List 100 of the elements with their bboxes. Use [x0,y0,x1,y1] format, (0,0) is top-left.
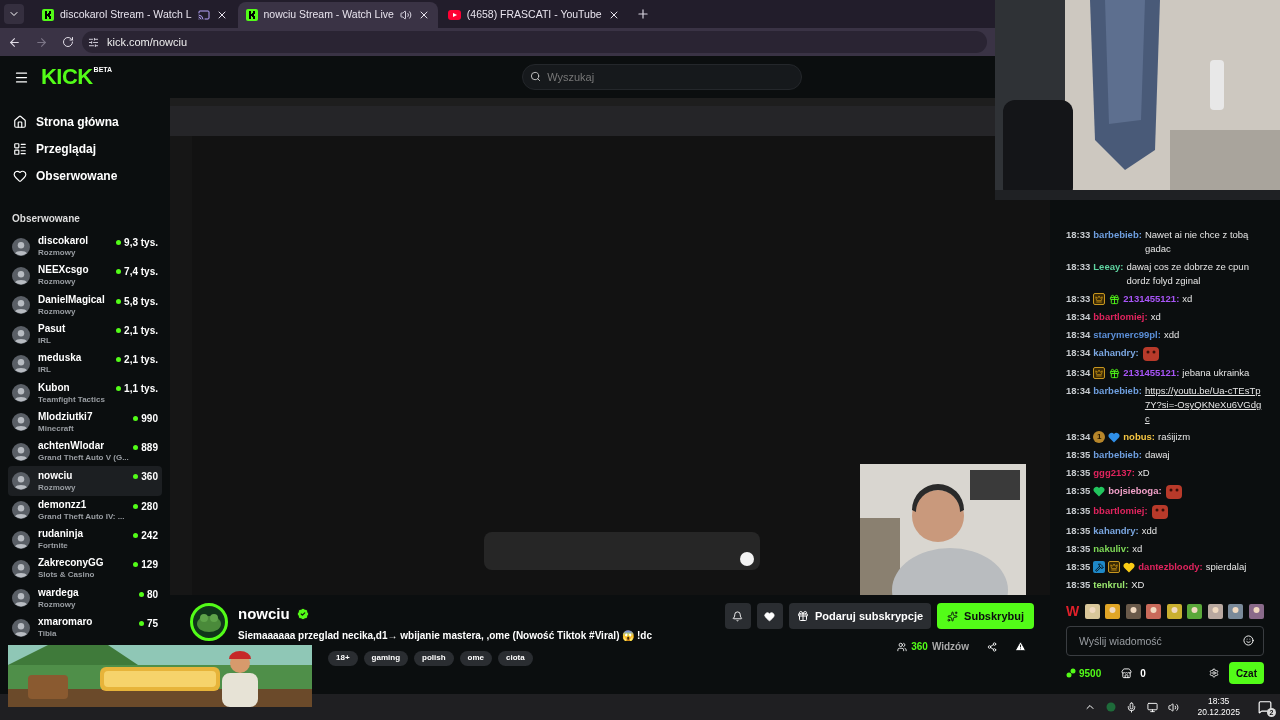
chat-username[interactable]: barbebieb: [1093,228,1142,242]
channel-item[interactable]: NEEXcsgo Rozmowy 7,4 tys. [8,261,162,291]
channel-item[interactable]: Mlodziutki7 Minecraft 990 [8,407,162,438]
send-button[interactable]: Czat [1228,662,1264,684]
tag[interactable]: ciota [498,650,533,666]
gift-subscription-button[interactable]: Podaruj subskrypcje [788,603,932,629]
channel-item[interactable]: achtenWlodar Grand Theft Auto V (G... 889 [8,437,162,467]
chat-input-field[interactable]: Wyślij wiadomość [1066,626,1264,656]
status-icon[interactable] [1106,702,1117,712]
nav-item[interactable]: Strona główna [0,108,170,135]
channel-item[interactable]: Kubon Teamfight Tactics 1,1 tys. [8,378,162,408]
channel-item[interactable]: nowciu Rozmowy 360 [8,466,162,496]
viewer-count: 360 [141,470,158,485]
gift-icon [796,610,809,622]
channel-name: DanielMagical [38,293,106,306]
share-icon[interactable] [987,641,997,652]
chat-username[interactable]: kahandry: [1093,524,1139,538]
tag[interactable]: ome [459,650,493,666]
clock[interactable]: 18:35 20.12.2025 [1197,696,1240,718]
channel-item[interactable]: meduska IRL 2,1 tys. [8,349,162,379]
new-tab-icon[interactable] [635,7,650,21]
address-bar[interactable]: kick.com/nowciu [82,31,987,53]
chat-username[interactable]: bbartlomiej: [1093,310,1148,324]
emote-icon[interactable] [1207,603,1223,619]
chat-username[interactable]: dantezbloody: [1138,560,1203,574]
tag[interactable]: 18+ [328,650,358,666]
message-time: 18:35 [1066,466,1091,480]
chat-username[interactable]: 2131455121: [1123,366,1180,380]
channel-avatar[interactable] [190,603,228,641]
browser-tab[interactable]: (4658) FRASCATI - YouTube [439,2,628,28]
channel-item[interactable]: rudaninja Fortnite 242 [8,524,162,555]
emoji-icon[interactable] [1243,635,1254,646]
channel-name: rudaninja [38,528,84,541]
nav-item[interactable]: Obserwowane [0,162,170,189]
subscribe-button[interactable]: Subskrybuj [937,603,1034,629]
microphone-icon[interactable] [1126,701,1138,713]
channel-item[interactable]: DanielMagical Rozmowy 5,8 tys. [8,290,162,320]
emote-icon[interactable] [1125,603,1141,619]
emote-icon[interactable] [1228,603,1244,619]
emote[interactable]: W [1066,600,1080,622]
tag[interactable]: polish [414,650,454,666]
speaker-icon[interactable] [399,9,412,21]
drops-count: 0 [1140,666,1146,681]
nav-item[interactable]: Przeglądaj [0,135,170,162]
message-link[interactable]: https://youtu.be/Ua-cTEsTp7Y?si=-OsyQKNeXu6VGdgc [1144,384,1264,426]
channel-item[interactable]: Pasut IRL 2,1 tys. [8,319,162,350]
avatar [12,325,30,344]
network-icon[interactable] [1147,701,1159,713]
chat-username[interactable]: bojsieboga: [1108,484,1162,498]
channel-item[interactable]: xmaromaro Tibia 75 [8,612,162,643]
avatar [12,237,30,256]
notifications-icon[interactable] [1258,700,1272,714]
channel-title[interactable]: nowciu [238,603,290,626]
forward-icon[interactable] [35,35,48,49]
message-time: 18:35 [1066,484,1091,498]
chat-username[interactable]: nakuliv: [1093,542,1130,556]
search-field[interactable]: Wyszukaj [522,64,803,90]
warning-icon[interactable] [1015,641,1026,652]
emote-icon[interactable] [1146,603,1162,619]
tab-list-button[interactable] [4,4,24,24]
channel-item[interactable]: wardega Rozmowy 80 [8,583,162,613]
channel-item[interactable]: demonzz1 Grand Theft Auto IV: ... 280 [8,495,162,525]
notification-button[interactable] [724,603,751,629]
coin-badge: 1 [1093,431,1106,443]
viewer-count: 75 [146,616,158,631]
tag[interactable]: gaming [363,650,409,666]
message-text: Nawet ai nie chce z tobą gadac [1144,228,1250,256]
chat-username[interactable]: barbebieb: [1093,448,1142,462]
emote-icon[interactable] [1166,603,1182,619]
store-icon[interactable] [1121,667,1133,679]
browser-tab[interactable]: discokarol Stream - Watch L [34,2,236,28]
chat-username[interactable]: barbebieb: [1093,384,1142,398]
volume-icon[interactable] [1168,701,1180,713]
chat-username[interactable]: starymerc99pl: [1093,328,1161,342]
chat-username[interactable]: nobus: [1123,430,1155,444]
chat-username[interactable]: bbartlomiej: [1093,504,1148,518]
channel-item[interactable]: ZakreconyGG Slots & Casino 129 [8,554,162,584]
emote-icon[interactable] [1187,603,1203,619]
settings-icon[interactable] [1208,668,1219,678]
chat-username[interactable]: ggg2137: [1093,466,1136,480]
channel-category: Minecraft [38,422,75,434]
message-text: xdd [1163,328,1181,342]
chat-username[interactable]: tenkrul: [1093,578,1129,592]
emote-icon[interactable] [1084,603,1100,619]
chat-username[interactable]: Leeay: [1093,260,1124,274]
back-icon[interactable] [8,35,21,49]
kick-logo[interactable]: KICK [41,66,93,88]
message-text: spierdalaj [1205,560,1248,574]
chat-username[interactable]: 2131455121: [1123,292,1180,306]
reload-icon[interactable] [62,36,74,48]
emote-icon[interactable] [1249,603,1264,619]
channel-item[interactable]: discokarol Rozmowy 9,3 tys. [8,232,162,262]
chat-username[interactable]: kahandry: [1093,346,1139,360]
follow-button[interactable] [756,603,783,629]
cast-icon[interactable] [197,9,210,21]
site-settings-icon[interactable] [88,36,99,48]
menu-icon[interactable] [14,69,29,85]
emote-icon[interactable] [1105,603,1121,619]
browser-tab[interactable]: nowciu Stream - Watch Live [237,2,438,28]
message-text: XD [1131,578,1146,592]
